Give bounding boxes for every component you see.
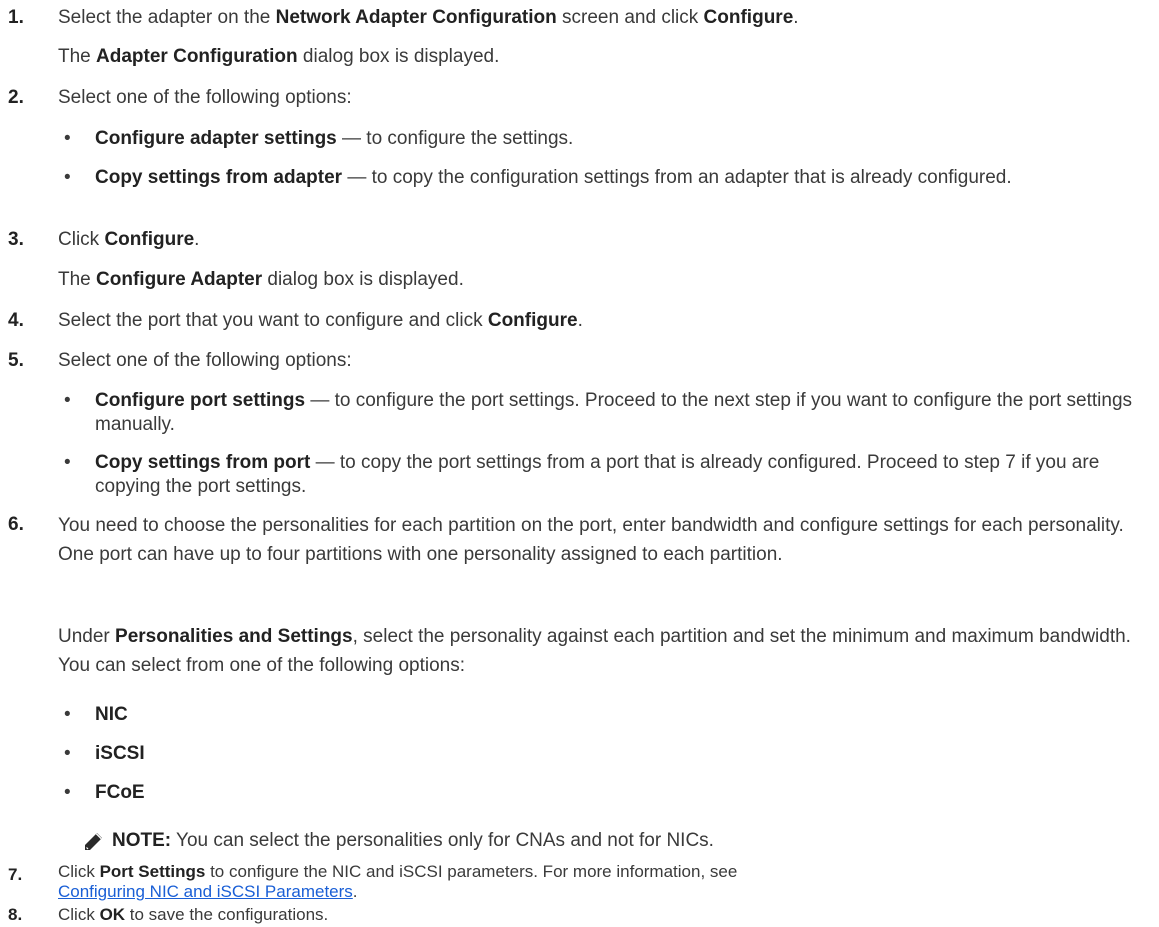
bullet: • bbox=[64, 128, 71, 149]
ui-label: Configure bbox=[703, 7, 794, 28]
step-number: 1. bbox=[8, 7, 24, 28]
step-text: Click OK to save the configurations. bbox=[58, 905, 329, 924]
step-number: 7. bbox=[8, 865, 23, 884]
step-number: 8. bbox=[8, 905, 23, 924]
step-text: Click Port Settings to configure the NIC… bbox=[58, 862, 738, 901]
step-text: Select one of the following options: bbox=[58, 350, 352, 371]
ui-label: Adapter Configuration bbox=[96, 46, 298, 67]
step-number: 4. bbox=[8, 310, 24, 331]
step-number: 3. bbox=[8, 229, 24, 250]
step-6-paragraph: Under Personalities and Settings, select… bbox=[58, 626, 1131, 676]
step-number: 5. bbox=[8, 350, 24, 371]
step-text: Select the adapter on the Network Adapte… bbox=[58, 7, 799, 28]
bullet: • bbox=[64, 743, 71, 764]
step-number: 2. bbox=[8, 87, 24, 108]
step-text: Select the port that you want to configu… bbox=[58, 310, 583, 331]
bullet: • bbox=[64, 167, 71, 188]
configuring-nic-iscsi-link[interactable]: Configuring NIC and iSCSI Parameters bbox=[58, 882, 353, 901]
step-number: 6. bbox=[8, 514, 24, 535]
document-page: 1. Select the adapter on the Network Ada… bbox=[0, 0, 1159, 927]
step-text: Select one of the following options: bbox=[58, 87, 352, 108]
bullet: • bbox=[64, 452, 71, 473]
step-1-result: The Adapter Configuration dialog box is … bbox=[58, 46, 500, 67]
step-3-result: The Configure Adapter dialog box is disp… bbox=[58, 269, 464, 290]
bullet: • bbox=[64, 704, 71, 725]
bullet: • bbox=[64, 390, 71, 411]
pencil-note-icon bbox=[85, 833, 102, 850]
bullet: • bbox=[64, 782, 71, 803]
note-text: NOTE: You can select the personalities o… bbox=[112, 830, 714, 851]
ui-label: Network Adapter Configuration bbox=[275, 7, 557, 28]
step-text: Click Configure. bbox=[58, 229, 200, 250]
step-text: You need to choose the personalities for… bbox=[58, 515, 1124, 565]
